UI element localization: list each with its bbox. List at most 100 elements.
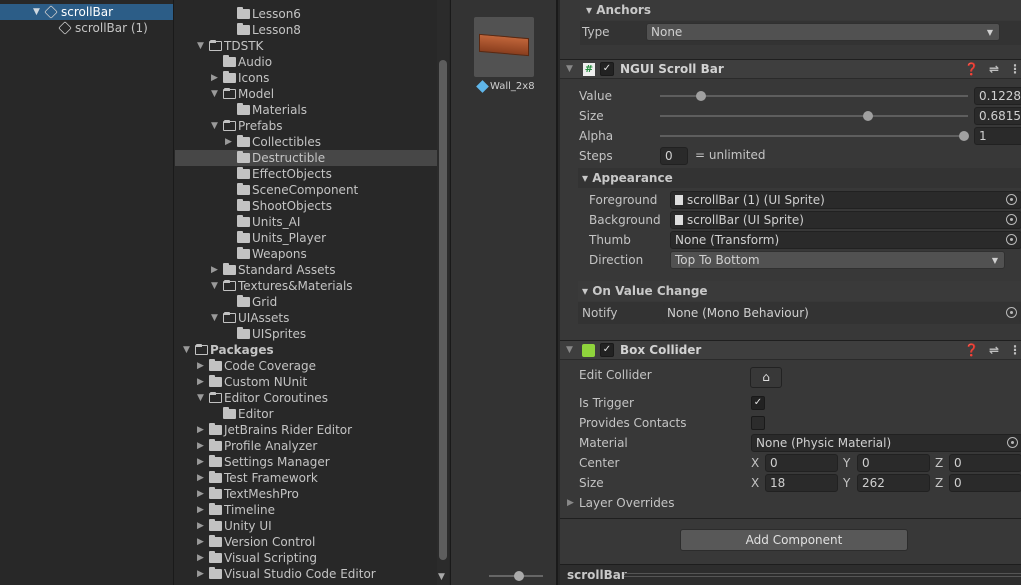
- expand-arrow-icon[interactable]: ▶: [197, 422, 204, 438]
- expand-arrow-icon[interactable]: ▼: [211, 86, 218, 102]
- project-folder[interactable]: ▶ Unity UI: [175, 518, 449, 534]
- project-folder[interactable]: ▶ Test Framework: [175, 470, 449, 486]
- expand-arrow-icon[interactable]: ▶: [197, 454, 204, 470]
- project-folder[interactable]: ▼ UIAssets: [175, 310, 449, 326]
- project-folder[interactable]: ▶ Code Coverage: [175, 358, 449, 374]
- expand-arrow-icon[interactable]: ▶: [225, 134, 232, 150]
- project-scrollbar-thumb[interactable]: [439, 60, 447, 560]
- foreground-field[interactable]: scrollBar (1) (UI Sprite): [670, 191, 1021, 209]
- center-x-input[interactable]: 0: [765, 454, 838, 472]
- direction-dropdown[interactable]: Top To Bottom ▼: [670, 251, 1005, 269]
- zoom-slider-knob[interactable]: [514, 571, 524, 581]
- project-folder[interactable]: ▶ TextMeshPro: [175, 486, 449, 502]
- project-folder[interactable]: ▶ Profile Analyzer: [175, 438, 449, 454]
- center-y-input[interactable]: 0: [857, 454, 930, 472]
- material-field[interactable]: None (Physic Material): [751, 434, 1021, 452]
- expand-arrow-icon[interactable]: ▶: [197, 518, 204, 534]
- appearance-header[interactable]: ▾ Appearance: [578, 168, 1021, 188]
- expand-arrow-icon[interactable]: ▶: [197, 534, 204, 550]
- expand-arrow-icon[interactable]: ▼: [211, 118, 218, 134]
- size-x-input[interactable]: 18: [765, 474, 838, 492]
- expand-arrow-icon[interactable]: ▶: [197, 550, 204, 566]
- project-folder[interactable]: ▶ Settings Manager: [175, 454, 449, 470]
- project-folder[interactable]: ▶ Custom NUnit: [175, 374, 449, 390]
- is-trigger-checkbox[interactable]: ✓: [751, 396, 765, 410]
- project-folder[interactable]: Weapons: [175, 246, 449, 262]
- expand-arrow-icon[interactable]: ▶: [197, 358, 204, 374]
- project-folder[interactable]: ShootObjects: [175, 198, 449, 214]
- expand-arrow-icon[interactable]: ▶: [197, 566, 204, 582]
- alpha-slider-knob[interactable]: [959, 131, 969, 141]
- project-folder[interactable]: ▶ JetBrains Rider Editor: [175, 422, 449, 438]
- expand-arrow-icon[interactable]: ▶: [197, 470, 204, 486]
- size-z-input[interactable]: 0: [949, 474, 1021, 492]
- provides-contacts-checkbox[interactable]: [751, 416, 765, 430]
- expand-arrow-icon[interactable]: ▼: [211, 310, 218, 326]
- thumb-field[interactable]: None (Transform): [670, 231, 1021, 249]
- component-menu-icons[interactable]: ❓ ⇌ ⋮: [964, 341, 1021, 360]
- expand-arrow-icon[interactable]: ▼: [211, 278, 218, 294]
- alpha-input[interactable]: 1: [974, 127, 1021, 145]
- anchor-type-dropdown[interactable]: None ▼: [646, 23, 1000, 41]
- project-folder[interactable]: ▶ Version Control: [175, 534, 449, 550]
- project-folder[interactable]: Grid: [175, 294, 449, 310]
- value-input[interactable]: 0.12280: [974, 87, 1021, 105]
- on-value-change-header[interactable]: ▾ On Value Change: [578, 281, 1021, 301]
- project-folder[interactable]: ▶ Visual Scripting: [175, 550, 449, 566]
- project-folder[interactable]: SceneComponent: [175, 182, 449, 198]
- project-folder[interactable]: Materials: [175, 102, 449, 118]
- project-folder[interactable]: ▼ Model: [175, 86, 449, 102]
- notify-field[interactable]: None (Mono Behaviour): [662, 304, 1021, 322]
- ngui-scrollbar-header[interactable]: ▼ # ✓ NGUI Scroll Bar ❓ ⇌ ⋮: [560, 59, 1021, 79]
- component-menu-icons[interactable]: ❓ ⇌ ⋮: [964, 60, 1021, 79]
- expand-arrow-icon[interactable]: ▶: [211, 70, 218, 86]
- anchors-header[interactable]: ▾ Anchors: [580, 0, 1021, 20]
- steps-input[interactable]: 0: [660, 147, 688, 165]
- project-folder[interactable]: ▼ Textures&Materials: [175, 278, 449, 294]
- project-folder[interactable]: Audio: [175, 54, 449, 70]
- layer-overrides-arrow-icon[interactable]: ▶: [567, 494, 574, 512]
- project-folder[interactable]: Lesson8: [175, 22, 449, 38]
- size-slider[interactable]: [660, 115, 968, 117]
- project-folder[interactable]: ▶ Icons: [175, 70, 449, 86]
- background-field[interactable]: scrollBar (UI Sprite): [670, 211, 1021, 229]
- project-folder[interactable]: ▼ TDSTK: [175, 38, 449, 54]
- expand-arrow-icon[interactable]: ▶: [197, 374, 204, 390]
- expand-arrow-icon[interactable]: ▶: [211, 262, 218, 278]
- hierarchy-item-scrollbar-1[interactable]: scrollBar (1): [0, 20, 173, 36]
- project-folder[interactable]: ▶ Standard Assets: [175, 262, 449, 278]
- expand-arrow-icon[interactable]: ▶: [197, 438, 204, 454]
- project-folder[interactable]: UISprites: [175, 326, 449, 342]
- project-folder[interactable]: Units_Player: [175, 230, 449, 246]
- asset-thumbnail-wall[interactable]: [474, 17, 534, 77]
- expand-arrow-icon[interactable]: ▼: [33, 4, 40, 20]
- project-folder[interactable]: Units_AI: [175, 214, 449, 230]
- project-folder[interactable]: ▼ Prefabs: [175, 118, 449, 134]
- center-z-input[interactable]: 0: [949, 454, 1021, 472]
- hierarchy-item-scrollbar[interactable]: ▼ scrollBar: [0, 4, 173, 20]
- size-input[interactable]: 0.68156: [974, 107, 1021, 125]
- value-slider[interactable]: [660, 95, 968, 97]
- project-folder[interactable]: ▶ Visual Studio Code Editor: [175, 566, 449, 582]
- project-folder[interactable]: ▶ Timeline: [175, 502, 449, 518]
- preview-footer[interactable]: scrollBar: [560, 564, 1021, 585]
- edit-collider-button[interactable]: ⌂: [750, 367, 782, 388]
- add-component-button[interactable]: Add Component: [680, 529, 908, 551]
- project-folder[interactable]: ▶ Collectibles: [175, 134, 449, 150]
- expand-arrow-icon[interactable]: ▼: [197, 38, 204, 54]
- project-folder[interactable]: ▼ Packages: [175, 342, 449, 358]
- box-collider-header[interactable]: ▼ ✓ Box Collider ❓ ⇌ ⋮: [560, 340, 1021, 360]
- alpha-slider[interactable]: [660, 135, 968, 137]
- scroll-down-arrow-icon[interactable]: ▼: [438, 572, 445, 582]
- size-y-input[interactable]: 262: [857, 474, 930, 492]
- scrollbar-enabled-checkbox[interactable]: ✓: [600, 62, 614, 76]
- project-folder[interactable]: ▼ Editor Coroutines: [175, 390, 449, 406]
- expand-arrow-icon[interactable]: ▼: [183, 342, 190, 358]
- size-slider-knob[interactable]: [863, 111, 874, 121]
- project-folder[interactable]: Lesson6: [175, 6, 449, 22]
- project-folder[interactable]: Editor: [175, 406, 449, 422]
- expand-arrow-icon[interactable]: ▶: [197, 486, 204, 502]
- layer-overrides-foldout[interactable]: Layer Overrides: [579, 494, 674, 512]
- value-slider-knob[interactable]: [695, 91, 706, 101]
- project-folder[interactable]: Destructible: [175, 150, 449, 166]
